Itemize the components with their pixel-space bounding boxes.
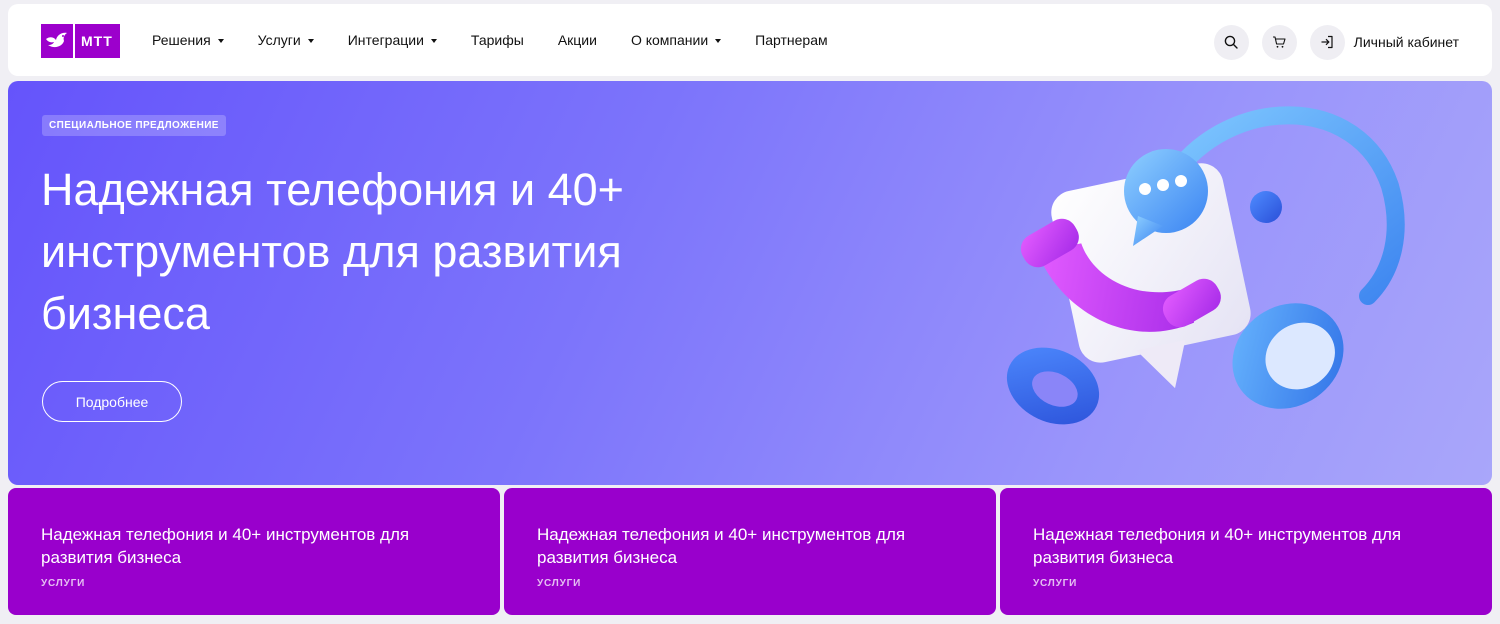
telephony-illustration: [1006, 106, 1405, 425]
hero-title: Надежная телефония и 40+ инструментов дл…: [41, 164, 624, 339]
nav-item-solutions[interactable]: Решения: [152, 32, 224, 48]
service-card[interactable]: Надежная телефония и 40+ инструментов дл…: [1000, 488, 1492, 615]
search-icon: [1224, 35, 1238, 49]
card-title: Надежная телефония и 40+ инструментов дл…: [41, 525, 410, 567]
cart-button[interactable]: [1261, 24, 1297, 60]
card-tag: УСЛУГИ: [537, 578, 582, 589]
nav-item-label: Партнерам: [755, 32, 828, 48]
nav-item-label: Услуги: [257, 32, 301, 48]
nav-item-label: Тарифы: [470, 32, 524, 48]
logo[interactable]: МТТ: [41, 24, 120, 58]
caret-down-icon: [307, 39, 314, 43]
hero-banner: СПЕЦИАЛЬНОЕ ПРЕДЛОЖЕНИЕ Надежная телефон…: [8, 81, 1492, 485]
search-button[interactable]: [1213, 24, 1249, 60]
nav-item-promotions[interactable]: Акции: [558, 32, 597, 48]
nav-item-services[interactable]: Услуги: [258, 32, 314, 48]
card-title: Надежная телефония и 40+ инструментов дл…: [537, 525, 906, 567]
special-offer-badge: СПЕЦИАЛЬНОЕ ПРЕДЛОЖЕНИЕ: [42, 115, 226, 136]
personal-cabinet-link[interactable]: Личный кабинет: [1354, 34, 1459, 50]
login-button[interactable]: [1309, 24, 1345, 60]
caret-down-icon: [217, 39, 224, 43]
login-icon: [1321, 35, 1333, 49]
service-card[interactable]: Надежная телефония и 40+ инструментов дл…: [8, 488, 500, 615]
caret-down-icon: [715, 39, 722, 43]
card-title: Надежная телефония и 40+ инструментов дл…: [1033, 525, 1402, 567]
main-nav: Решения Услуги Интеграции Тарифы Акции О…: [152, 4, 862, 76]
logo-bird-icon: [41, 24, 75, 58]
nav-item-label: Акции: [557, 32, 597, 48]
site-header: МТТ Решения Услуги Интеграции Тарифы Акц…: [8, 4, 1492, 76]
service-card[interactable]: Надежная телефония и 40+ инструментов дл…: [504, 488, 996, 615]
logo-text: МТТ: [81, 33, 113, 49]
nav-item-label: Решения: [152, 32, 211, 48]
caret-down-icon: [430, 39, 437, 43]
nav-item-label: О компании: [630, 32, 709, 48]
nav-item-label: Интеграции: [347, 32, 424, 48]
cart-icon: [1273, 36, 1286, 48]
nav-item-tariffs[interactable]: Тарифы: [471, 32, 524, 48]
header-tools: Личный кабинет: [1213, 24, 1459, 60]
nav-item-partners[interactable]: Партнерам: [755, 32, 827, 48]
card-tag: УСЛУГИ: [41, 578, 86, 589]
card-tag: УСЛУГИ: [1033, 578, 1078, 589]
more-button[interactable]: Подробнее: [42, 381, 182, 422]
nav-item-integrations[interactable]: Интеграции: [348, 32, 437, 48]
nav-item-about[interactable]: О компании: [630, 32, 722, 48]
